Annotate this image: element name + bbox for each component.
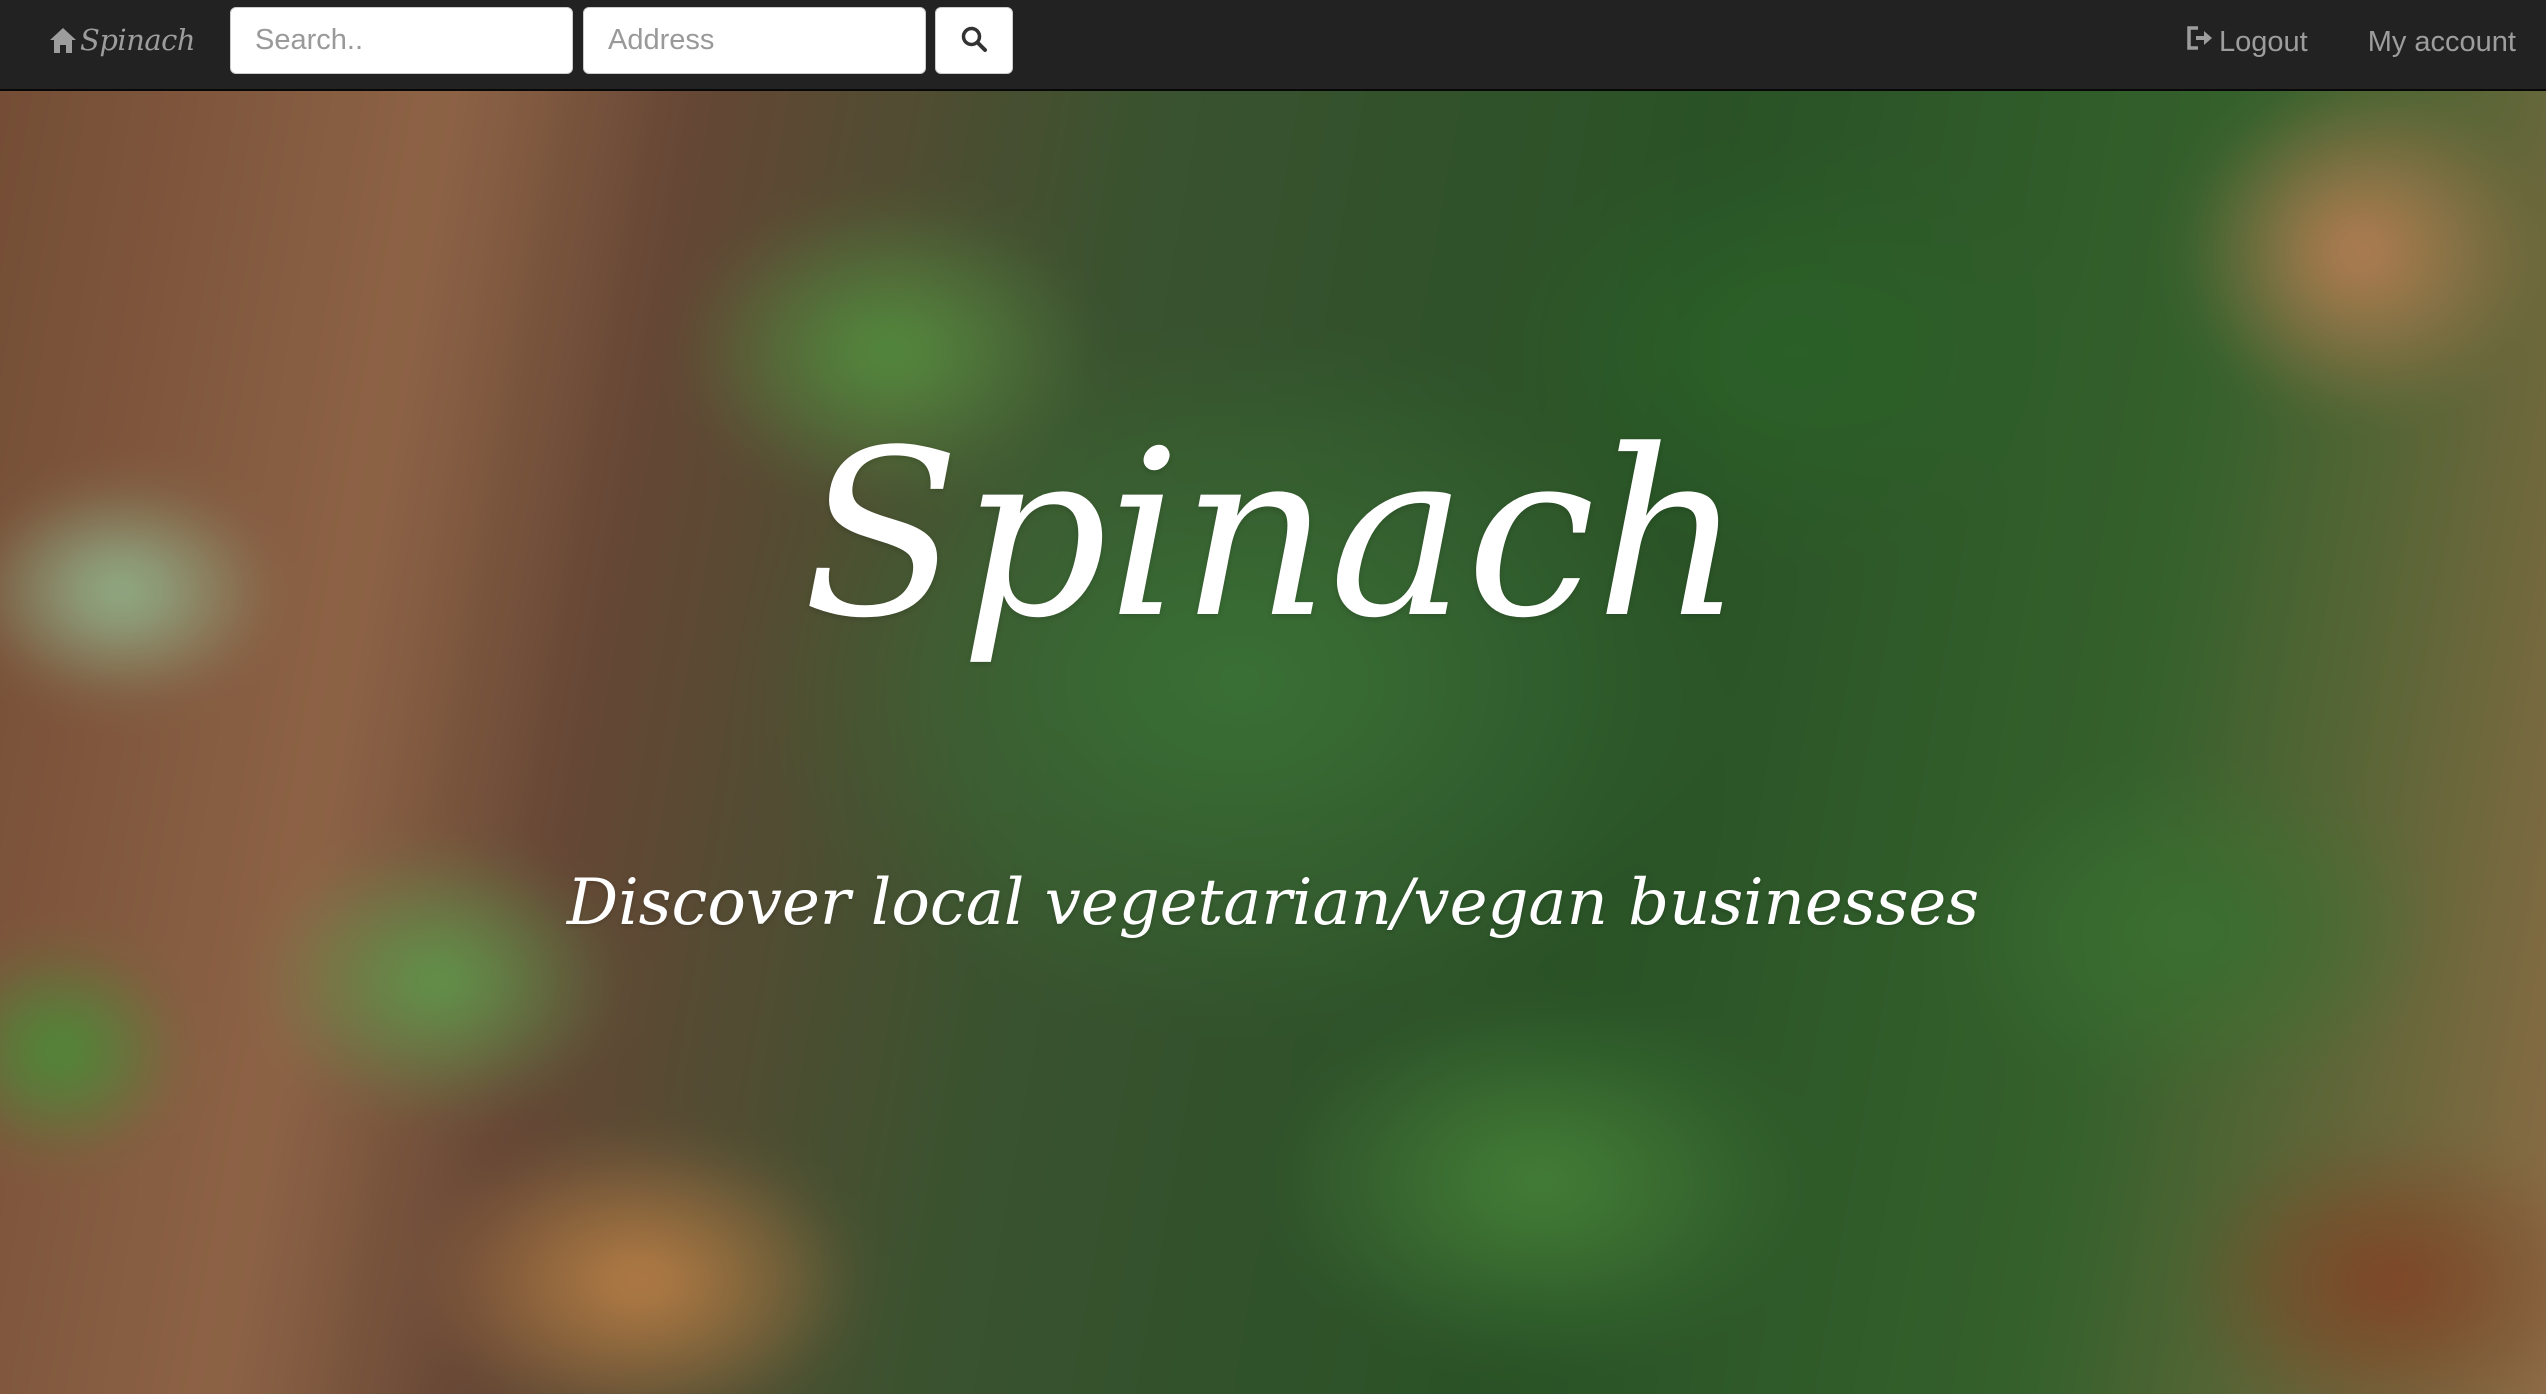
- top-navbar: Spinach Logout My account: [0, 0, 2546, 91]
- my-account-link[interactable]: My account: [2338, 26, 2546, 59]
- search-input[interactable]: [230, 7, 573, 74]
- home-icon: [48, 26, 78, 54]
- hero-subtitle: Discover local vegetarian/vegan business…: [566, 866, 1980, 940]
- search-button[interactable]: [935, 7, 1013, 74]
- logout-link[interactable]: Logout: [2155, 24, 2338, 60]
- logout-icon: [2185, 24, 2215, 60]
- nav-right-links: Logout My account: [2155, 0, 2546, 84]
- search-icon: [960, 25, 988, 56]
- brand-home-link[interactable]: Spinach: [48, 18, 196, 62]
- address-input[interactable]: [583, 7, 926, 74]
- hero-section: Spinach Discover local vegetarian/vegan …: [0, 91, 2546, 1394]
- hero-title: Spinach: [802, 402, 1744, 669]
- brand-label: Spinach: [80, 23, 196, 57]
- logout-label: Logout: [2219, 25, 2308, 58]
- hero-overlay: [0, 91, 2546, 1394]
